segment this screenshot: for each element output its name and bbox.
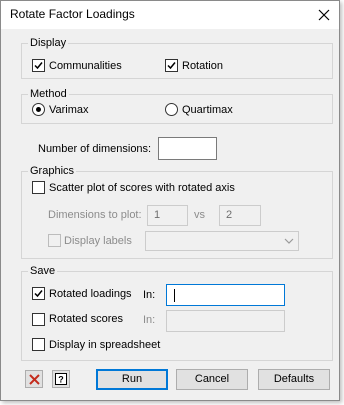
- chevron-down-icon: [284, 238, 294, 244]
- rotated-scores-input[interactable]: [166, 310, 285, 332]
- varimax-label[interactable]: Varimax: [49, 104, 89, 117]
- communalities-checkbox[interactable]: [32, 59, 45, 72]
- rotated-scores-label[interactable]: Rotated scores: [49, 313, 123, 326]
- checkmark-icon: [167, 62, 176, 70]
- vs-label: vs: [194, 209, 205, 221]
- rotation-checkbox[interactable]: [165, 59, 178, 72]
- clear-x-icon: [28, 373, 40, 385]
- rotated-loadings-checkbox[interactable]: [32, 287, 45, 300]
- cancel-button[interactable]: Cancel: [176, 369, 248, 390]
- display-in-spreadsheet-checkbox[interactable]: [32, 338, 45, 351]
- rotated-scores-in-label: In:: [143, 314, 156, 326]
- help-icon: ?: [55, 373, 67, 385]
- method-legend: Method: [28, 88, 69, 100]
- clear-button[interactable]: [25, 370, 43, 388]
- save-legend: Save: [28, 265, 58, 277]
- checkmark-icon: [34, 62, 43, 70]
- window-title: Rotate Factor Loadings: [10, 7, 135, 21]
- quartimax-radio[interactable]: [165, 103, 178, 116]
- labels-select[interactable]: [145, 231, 299, 251]
- scatter-plot-label[interactable]: Scatter plot of scores with rotated axis: [49, 182, 235, 195]
- quartimax-label[interactable]: Quartimax: [182, 104, 233, 117]
- rotated-scores-checkbox[interactable]: [32, 313, 45, 326]
- dialog-window: Rotate Factor Loadings Display Communali…: [0, 0, 340, 401]
- display-in-spreadsheet-label[interactable]: Display in spreadsheet: [49, 339, 160, 352]
- rotation-label[interactable]: Rotation: [182, 60, 223, 73]
- rotated-loadings-in-label: In:: [143, 289, 156, 301]
- dimension-2-input[interactable]: 2: [219, 205, 261, 226]
- close-icon: [318, 9, 330, 21]
- display-labels-label[interactable]: Display labels: [64, 235, 132, 248]
- graphics-legend: Graphics: [28, 165, 77, 177]
- text-caret: [174, 289, 175, 302]
- dimensions-label: Number of dimensions:: [38, 143, 152, 155]
- help-button[interactable]: ?: [52, 370, 70, 388]
- dimensions-input[interactable]: [158, 137, 217, 160]
- dimensions-to-plot-label: Dimensions to plot:: [48, 209, 142, 221]
- defaults-button[interactable]: Defaults: [258, 369, 330, 390]
- varimax-radio[interactable]: [32, 103, 45, 116]
- checkmark-icon: [34, 290, 43, 298]
- scatter-plot-checkbox[interactable]: [32, 181, 45, 194]
- dimension-2-value: 2: [226, 209, 233, 221]
- close-button[interactable]: [309, 1, 339, 29]
- rotated-loadings-label[interactable]: Rotated loadings: [49, 288, 132, 301]
- run-button[interactable]: Run: [96, 369, 168, 390]
- title-bar: Rotate Factor Loadings: [1, 1, 339, 29]
- svg-text:?: ?: [58, 375, 64, 385]
- rotated-loadings-input[interactable]: [166, 284, 285, 306]
- communalities-label[interactable]: Communalities: [49, 60, 122, 73]
- dimension-1-input[interactable]: 1: [147, 205, 188, 226]
- display-labels-checkbox[interactable]: [48, 234, 61, 247]
- dimension-1-value: 1: [154, 209, 161, 221]
- display-legend: Display: [28, 37, 69, 49]
